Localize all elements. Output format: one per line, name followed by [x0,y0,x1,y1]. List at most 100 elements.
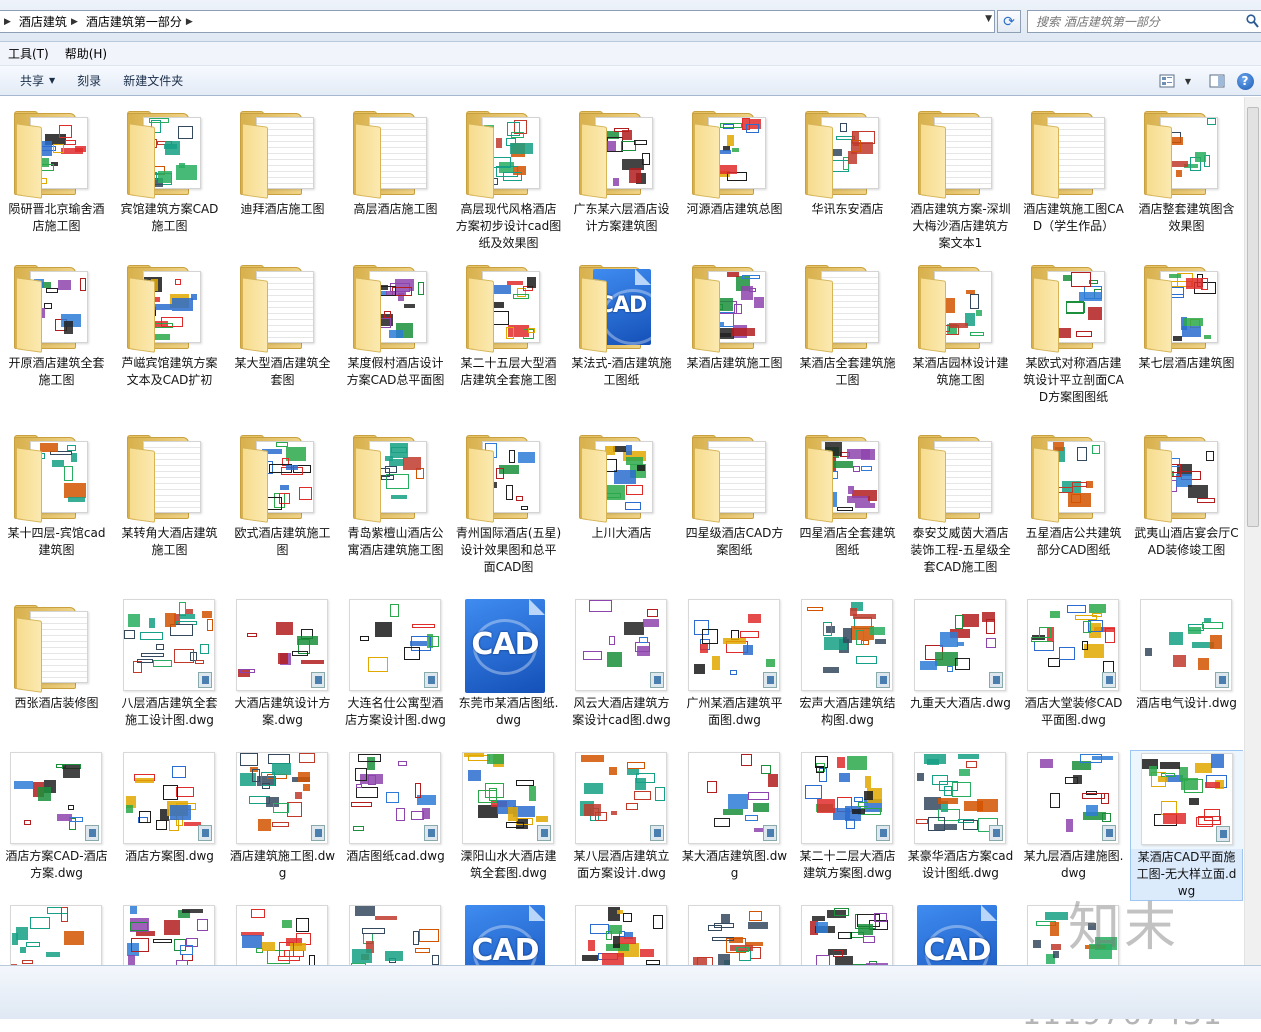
search-box[interactable] [1027,10,1261,33]
drawing-thumbnail-block [389,330,403,338]
folder-item[interactable]: 酒店建筑施工图CAD（学生作品） [1017,103,1130,235]
file-item[interactable]: 某二十二层大酒店建筑方案图.dwg [791,750,904,882]
file-item[interactable]: 大酒店建筑设计方案.dwg [226,597,339,729]
file-item[interactable]: 某八层酒店建筑立面方案设计.dwg [565,750,678,882]
folder-item[interactable]: 泰安艾威茵大酒店装饰工程-五星级全套CAD施工图 [904,427,1017,576]
drawing-thumbnail-block [643,619,659,627]
folder-item[interactable]: 开原酒店建筑全套施工图 [0,257,113,389]
folder-item[interactable]: 欧式酒店建筑施工图 [226,427,339,559]
folder-item[interactable]: 四星酒店全套建筑图纸 [791,427,904,559]
address-history-dropdown-icon[interactable]: ▼ [985,14,992,24]
folder-item[interactable]: 广东某六层酒店设计方案建筑图 [565,103,678,235]
drawing-thumbnail-block [626,485,643,495]
folder-item[interactable]: 四星级酒店CAD方案图纸 [678,427,791,559]
file-item[interactable]: 酒店方案CAD-酒店方案.dwg [0,750,113,882]
breadcrumb-item-2[interactable]: 酒店建筑第一部分 [86,13,182,30]
folder-item[interactable]: 西张酒店装修图 [0,597,113,712]
item-label: 溧阳山水大酒店建筑全套图.dwg [460,849,557,880]
folder-item[interactable]: 某度假村酒店设计方案CAD总平面图 [339,257,452,389]
file-item[interactable]: CAD 东莞市某酒店图纸.dwg [452,597,565,729]
file-item[interactable]: 某酒店CAD平面施工图-无大样立面.dwg [1130,750,1244,901]
folder-item[interactable]: 某七层酒店建筑图 [1130,257,1243,372]
folder-item[interactable]: 迪拜酒店施工图 [226,103,339,218]
folder-item[interactable]: 上川大酒店 [565,427,678,542]
folder-item[interactable]: 某二十五层大型酒店建筑全套施工图 [452,257,565,389]
folder-item[interactable]: 陨研晋北京瑜舍酒店施工图 [0,103,113,235]
folder-item[interactable]: 武夷山酒店宴会厅CAD装修竣工图 [1130,427,1243,559]
folder-item[interactable]: 酒店建筑方案-深圳大梅沙酒店建筑方案文本1 [904,103,1017,252]
folder-item[interactable]: 酒店整套建筑图含效果图 [1130,103,1243,235]
folder-item[interactable]: 某转角大酒店建筑施工图 [113,427,226,559]
search-input[interactable] [1036,11,1236,32]
file-item[interactable]: 某九层酒店建施图.dwg [1017,750,1130,882]
file-item[interactable]: 酒店方案图.dwg [113,750,226,865]
file-item[interactable] [226,903,339,965]
file-item[interactable]: 宏声大酒店建筑结构图.dwg [791,597,904,729]
drawing-thumbnail-block [626,803,638,810]
folder-item[interactable]: 高层酒店施工图 [339,103,452,218]
file-item[interactable]: 某豪华酒店方案cad设计图纸.dwg [904,750,1017,882]
burn-button[interactable]: 刻录 [66,72,112,89]
file-item[interactable]: 大连名仕公寓型酒店方案设计图.dwg [339,597,452,729]
breadcrumb-separator[interactable]: ▶ [71,17,78,27]
drawing-thumbnail-block [53,144,64,153]
file-item[interactable]: 酒店电气设计.dwg [1130,597,1243,712]
file-item[interactable]: 酒店图纸cad.dwg [339,750,452,865]
folder-item[interactable]: 芦嵫宾馆建筑方案文本及CAD扩初 [113,257,226,389]
file-list[interactable]: 陨研晋北京瑜舍酒店施工图 宾馆建筑方案CAD施工图 迪拜酒店施工图 高层酒店施工图 高层… [0,97,1244,965]
refresh-button[interactable]: ⟳ [997,10,1021,33]
file-item[interactable]: 酒店建筑施工图.dwg [226,750,339,882]
file-item[interactable] [678,903,791,965]
folder-item[interactable]: 某大型酒店建筑全套图 [226,257,339,389]
folder-item[interactable]: 高层现代风格酒店方案初步设计cad图纸及效果图 [452,103,565,252]
folder-item[interactable]: 某酒店全套建筑施工图 [791,257,904,389]
file-item[interactable]: 九重天大酒店.dwg [904,597,1017,712]
file-item[interactable]: 酒店大堂装修CAD平面图.dwg [1017,597,1130,729]
vertical-scrollbar[interactable] [1244,97,1261,965]
file-item[interactable] [791,903,904,965]
breadcrumb-separator[interactable]: ▶ [186,17,193,27]
file-item[interactable]: CAD [904,903,1017,965]
file-item[interactable]: 广州某酒店建筑平面图.dwg [678,597,791,729]
new-folder-button[interactable]: 新建文件夹 [112,72,194,89]
folder-item[interactable]: CAD 某法式-酒店建筑施工图纸 [565,257,678,389]
menu-help[interactable]: 帮助(H) [57,45,115,62]
share-button[interactable]: 共享 ▼ [9,72,66,89]
folder-item[interactable]: 五星酒店公共建筑部分CAD图纸 [1017,427,1130,559]
item-label: 高层酒店施工图 [353,202,438,216]
breadcrumb-separator[interactable]: ▶ [4,17,11,27]
item-label: 芦嵫宾馆建筑方案文本及CAD扩初 [121,356,218,387]
file-item[interactable]: 溧阳山水大酒店建筑全套图.dwg [452,750,565,882]
breadcrumb-item-1[interactable]: 酒店建筑 [19,13,67,30]
file-item[interactable] [0,903,113,965]
folder-item[interactable]: 河源酒店建筑总图 [678,103,791,218]
file-item[interactable]: 风云大酒店建筑方案设计cad图.dwg [565,597,678,729]
drawing-thumbnail-block [1066,302,1085,313]
drawing-thumbnail-block [1195,763,1212,773]
file-item[interactable]: 某大酒店建筑图.dwg [678,750,791,882]
folder-item[interactable]: 宾馆建筑方案CAD施工图 [113,103,226,235]
scrollbar-thumb[interactable] [1247,107,1259,527]
search-icon[interactable] [1246,14,1259,28]
file-item[interactable]: CAD [452,903,565,965]
change-view-button[interactable] [1157,71,1177,91]
help-button[interactable]: ? [1235,71,1255,91]
folder-item[interactable]: 某十四层-宾馆cad建筑图 [0,427,113,559]
drawing-thumbnail-block [1195,152,1206,162]
file-item[interactable]: 八层酒店建筑全套施工设计图.dwg [113,597,226,729]
folder-item[interactable]: 某酒店建筑施工图 [678,257,791,372]
folder-item[interactable]: 某欧式对称酒店建筑设计平立剖面CAD方案图图纸 [1017,257,1130,406]
preview-pane-button[interactable] [1207,71,1227,91]
breadcrumb[interactable]: ▶ 酒店建筑 ▶ 酒店建筑第一部分 ▶ ▼ [0,10,995,33]
file-item[interactable] [113,903,226,965]
drawing-thumbnail-block [491,285,511,294]
folder-item[interactable]: 青岛紫檀山酒店公寓酒店建筑施工图 [339,427,452,559]
file-item[interactable] [339,903,452,965]
folder-item[interactable]: 华讯东安酒店 [791,103,904,218]
file-item[interactable] [565,903,678,965]
folder-item[interactable]: 青州国际酒店(五星)设计效果图和总平面CAD图 [452,427,565,576]
view-dropdown-icon[interactable]: ▼ [1185,77,1191,86]
drawing-thumbnail-block [1086,805,1098,816]
menu-tools[interactable]: 工具(T) [0,45,57,62]
folder-item[interactable]: 某酒店园林设计建筑施工图 [904,257,1017,389]
